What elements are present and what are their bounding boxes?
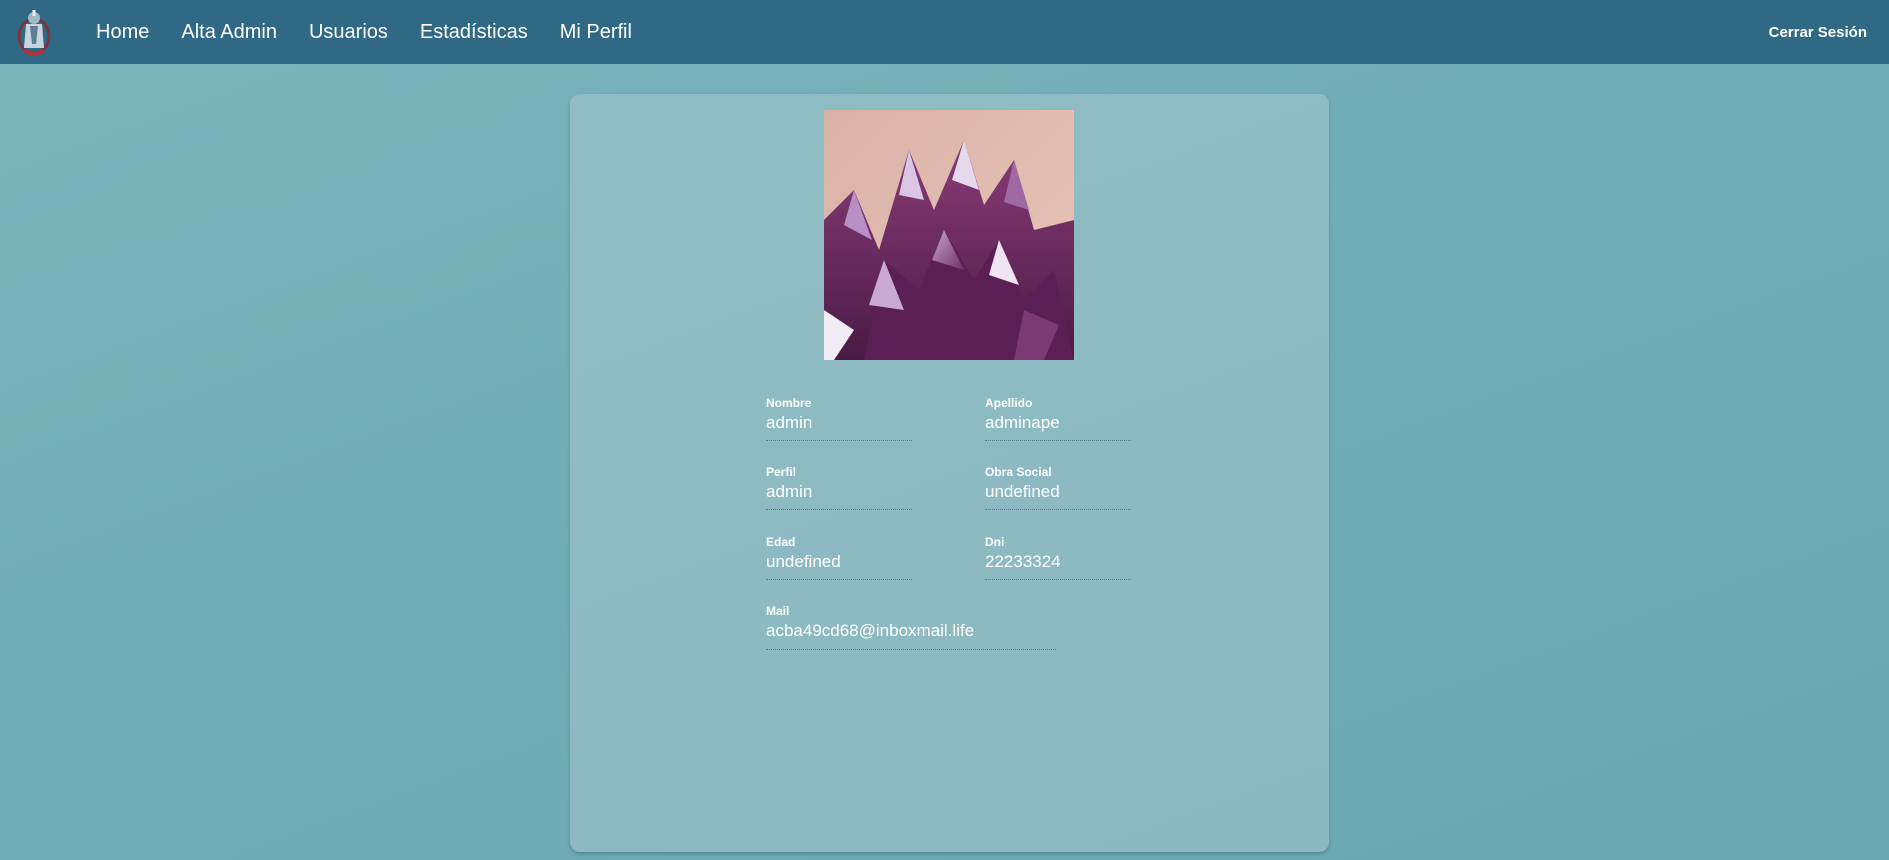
field-perfil-label: Perfil [766,465,797,479]
field-apellido-label: Apellido [985,396,1033,410]
main-nav: Home Alta Admin Usuarios Estadísticas Mi… [96,0,664,64]
medical-logo-icon[interactable] [14,6,54,58]
field-nombre-value: admin [766,413,813,432]
field-perfil-value: admin [766,482,813,501]
field-nombre-label: Nombre [766,396,812,410]
nav-usuarios[interactable]: Usuarios [309,21,388,44]
field-mail: Mail acba49cd68@inboxmail.life [766,604,1056,650]
field-obra-social-value: undefined [985,482,1060,501]
field-edad: Edad undefined [766,535,912,580]
field-edad-label: Edad [766,535,796,549]
nav-home[interactable]: Home [96,21,149,44]
top-navbar: Home Alta Admin Usuarios Estadísticas Mi… [0,0,1889,64]
field-dni-label: Dni [985,535,1005,549]
field-edad-value: undefined [766,552,841,571]
field-apellido-value: adminape [985,413,1060,432]
field-dni: Dni 22233324 [985,535,1131,580]
field-apellido: Apellido adminape [985,396,1131,441]
logout-button[interactable]: Cerrar Sesión [1769,0,1867,64]
nav-alta-admin[interactable]: Alta Admin [181,21,277,44]
profile-card: Nombre admin Apellido adminape Perfil ad… [570,94,1329,852]
field-obra-social: Obra Social undefined [985,465,1131,510]
field-dni-value: 22233324 [985,552,1061,571]
field-perfil: Perfil admin [766,465,912,510]
field-obra-social-label: Obra Social [985,465,1052,479]
field-mail-value: acba49cd68@inboxmail.life [766,621,975,640]
profile-photo [824,110,1074,360]
nav-estadisticas[interactable]: Estadísticas [420,21,528,44]
nav-mi-perfil[interactable]: Mi Perfil [560,21,632,44]
field-mail-label: Mail [766,604,790,618]
field-nombre: Nombre admin [766,396,912,441]
